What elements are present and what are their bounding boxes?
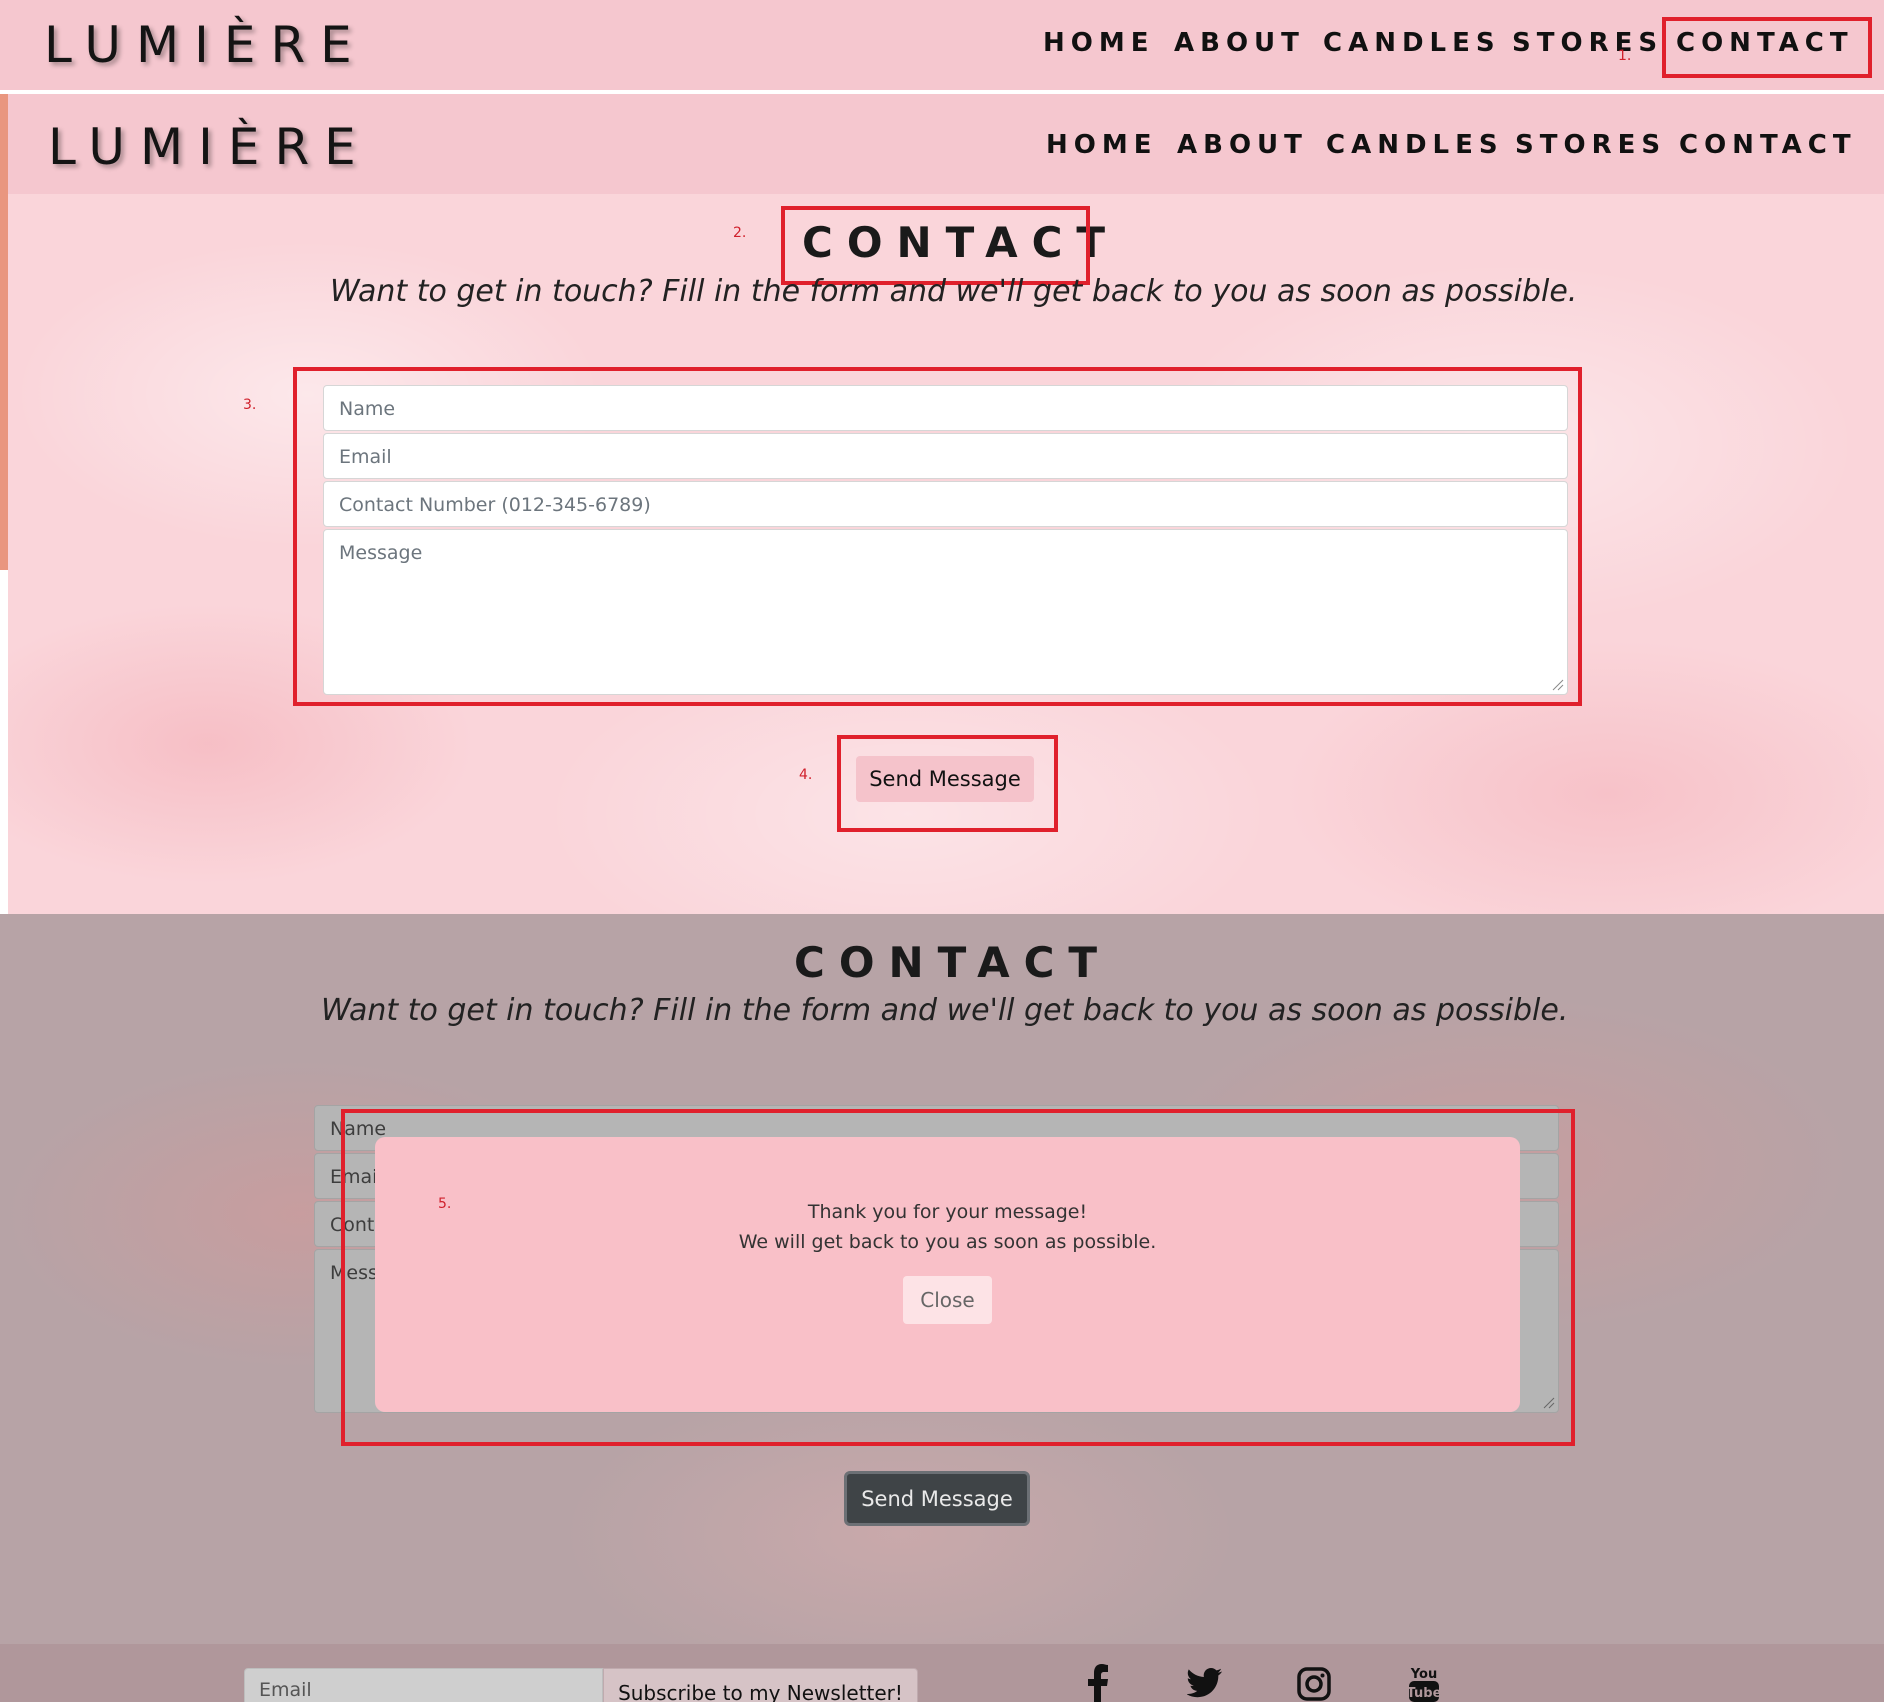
annotation-box-4 <box>837 735 1058 832</box>
nav-candles[interactable]: CANDLES <box>1323 28 1501 58</box>
page-nav-contact[interactable]: CONTACT <box>1679 130 1857 160</box>
svg-text:Tube: Tube <box>1408 1686 1440 1701</box>
youtube-icon[interactable]: You Tube <box>1408 1664 1440 1702</box>
page-nav-stores[interactable]: STORES <box>1515 130 1666 160</box>
overlay-send-message-button: Send Message <box>844 1471 1030 1526</box>
annotation-box-3 <box>293 367 1582 706</box>
newsletter-email-input[interactable]: Email <box>244 1668 603 1702</box>
facebook-icon[interactable] <box>1086 1664 1110 1702</box>
twitter-icon[interactable] <box>1187 1668 1223 1698</box>
left-accent-bar <box>0 94 8 570</box>
subscribe-button[interactable]: Subscribe to my Newsletter! <box>603 1668 918 1702</box>
nav-about[interactable]: ABOUT <box>1174 28 1305 58</box>
overlay-contact-tagline: Want to get in touch? Fill in the form a… <box>321 993 1569 1028</box>
annotation-number-1: 1. <box>1618 48 1632 64</box>
instagram-icon[interactable] <box>1297 1667 1331 1701</box>
overlay-contact-heading: CONTACT <box>794 938 1112 987</box>
page-nav-home[interactable]: HOME <box>1046 130 1158 160</box>
page-nav-candles[interactable]: CANDLES <box>1326 130 1504 160</box>
page-brand-logo[interactable]: LUMIÈRE <box>48 118 371 176</box>
annotation-number-3: 3. <box>243 397 257 413</box>
newsletter-email-placeholder: Email <box>259 1679 312 1701</box>
svg-text:You: You <box>1410 1667 1437 1682</box>
brand-logo[interactable]: LUMIÈRE <box>44 16 367 74</box>
nav-stores[interactable]: STORES <box>1512 28 1663 58</box>
annotation-number-5: 5. <box>438 1196 452 1212</box>
annotation-box-5 <box>341 1109 1575 1446</box>
annotation-number-4: 4. <box>799 767 813 783</box>
page-nav-about[interactable]: ABOUT <box>1177 130 1308 160</box>
nav-home[interactable]: HOME <box>1043 28 1155 58</box>
contact-tagline: Want to get in touch? Fill in the form a… <box>330 274 1578 309</box>
annotation-box-1 <box>1662 17 1872 78</box>
annotation-number-2: 2. <box>733 225 747 241</box>
